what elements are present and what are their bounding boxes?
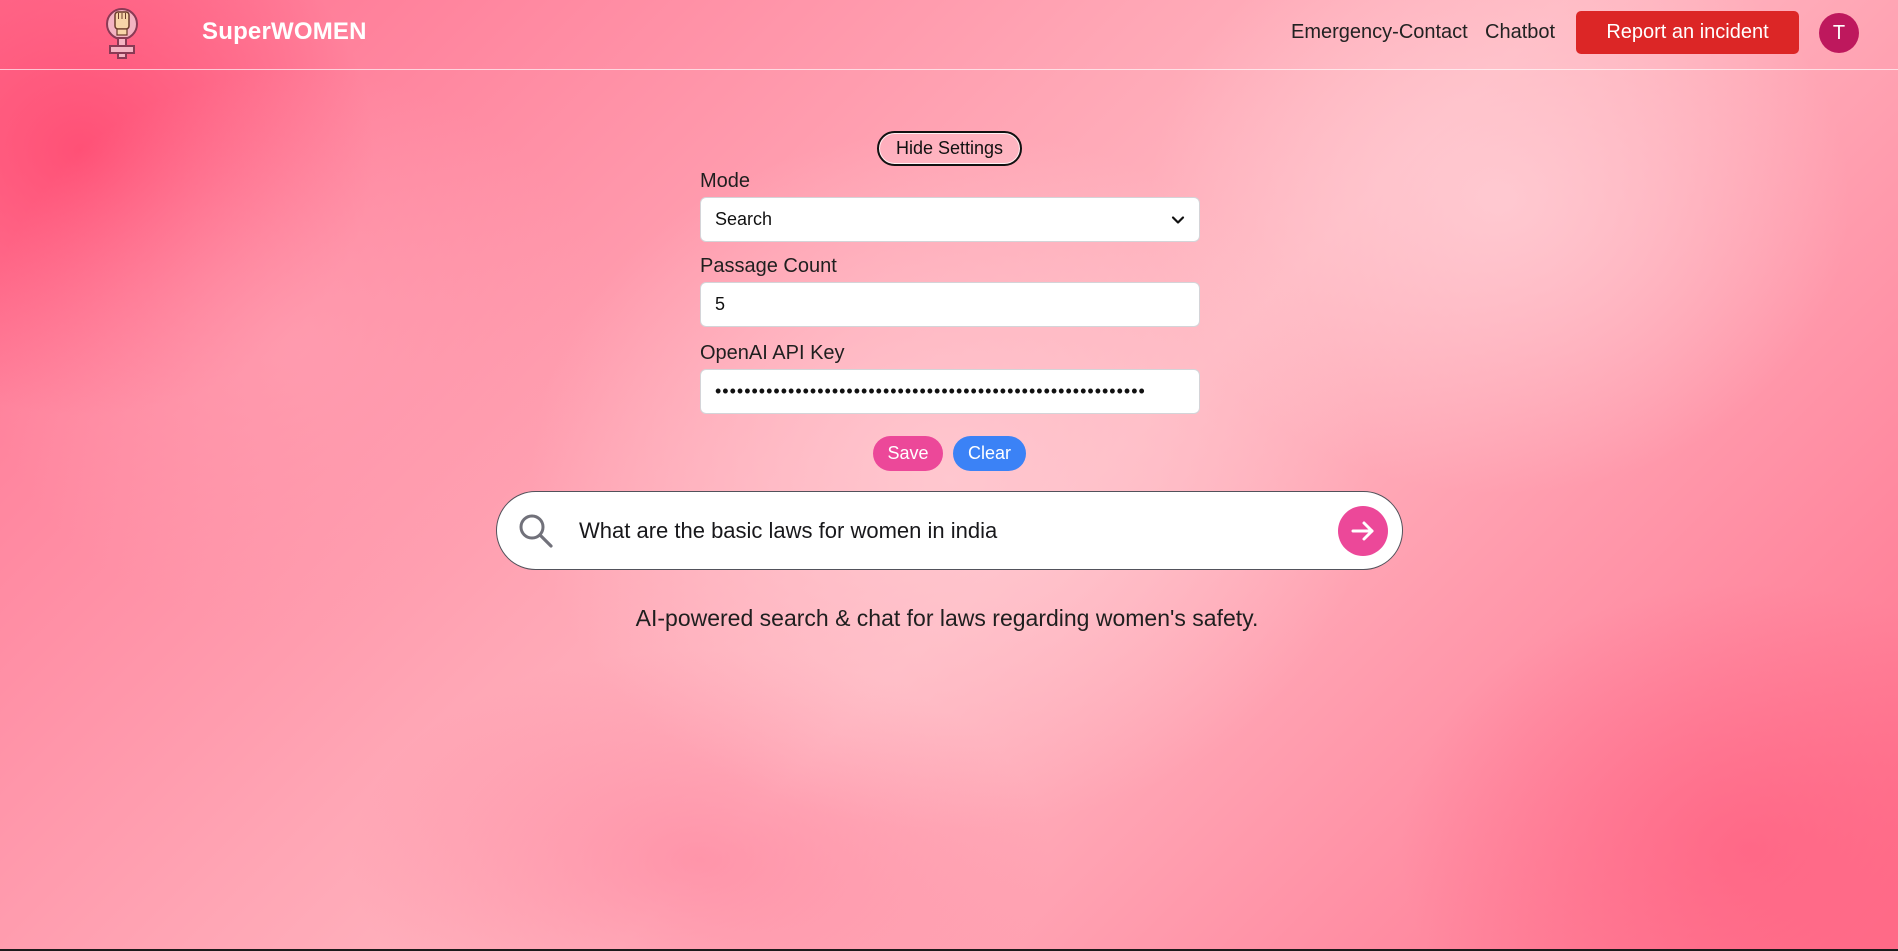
- page-background: SuperWOMEN Emergency-Contact Chatbot Rep…: [0, 0, 1898, 951]
- hide-settings-button[interactable]: Hide Settings: [877, 131, 1022, 166]
- mode-selected-value: Search: [715, 209, 773, 229]
- tagline: AI-powered search & chat for laws regard…: [0, 605, 1898, 632]
- report-incident-button[interactable]: Report an incident: [1576, 11, 1799, 54]
- passage-count-label: Passage Count: [700, 255, 837, 277]
- navbar: SuperWOMEN Emergency-Contact Chatbot Rep…: [0, 0, 1898, 70]
- tagline-text: AI-powered search & chat for laws regard…: [635, 605, 1259, 631]
- search-input[interactable]: [577, 510, 1301, 552]
- api-key-label: OpenAI API Key: [700, 342, 845, 364]
- female-symbol-fist-icon[interactable]: [102, 4, 142, 62]
- nav-chatbot[interactable]: Chatbot: [1485, 21, 1555, 44]
- mode-label: Mode: [700, 170, 751, 192]
- nav-emergency-contact[interactable]: Emergency-Contact: [1291, 21, 1468, 44]
- avatar[interactable]: T: [1819, 13, 1859, 53]
- chevron-down-icon: [1171, 215, 1185, 224]
- clear-button[interactable]: Clear: [953, 436, 1026, 471]
- search-bar: [496, 491, 1403, 570]
- search-icon: [519, 514, 553, 548]
- arrow-right-icon: [1351, 521, 1374, 541]
- submit-search-button[interactable]: [1338, 506, 1388, 556]
- save-button[interactable]: Save: [873, 436, 943, 471]
- brand-name[interactable]: SuperWOMEN: [202, 18, 367, 46]
- passage-count-input[interactable]: [700, 282, 1200, 327]
- api-key-input[interactable]: [700, 369, 1200, 414]
- mode-select[interactable]: Search: [700, 197, 1200, 242]
